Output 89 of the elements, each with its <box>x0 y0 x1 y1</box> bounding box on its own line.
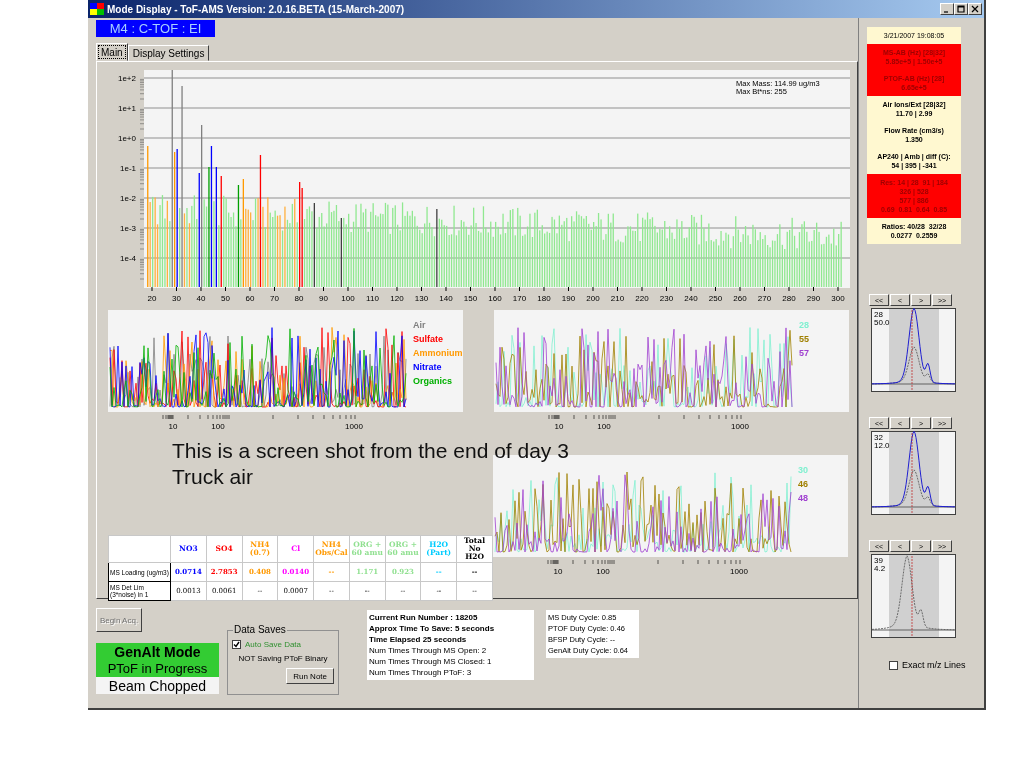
status-label: PToF in Progress <box>96 660 219 677</box>
axis-label: 150 <box>463 294 478 303</box>
axis-label: 210 <box>610 294 625 303</box>
axis-label: 50 <box>221 294 230 303</box>
axis-label: 80 <box>294 294 304 303</box>
axis-label: 140 <box>439 294 453 303</box>
legend-label: 57 <box>799 348 809 358</box>
binary-status: NOT Saving PToF Binary <box>237 654 329 663</box>
axis-label: 1e-1 <box>120 164 136 173</box>
window-title: Mode Display - ToF-AMS Version: 2.0.16.BETA (15-March-2007) <box>107 3 406 15</box>
axis-label: 10 <box>554 422 564 431</box>
value-label: 12.0 <box>874 441 890 450</box>
maximize-button[interactable] <box>954 3 968 15</box>
checkbox[interactable] <box>232 640 241 649</box>
close-icon <box>970 5 980 13</box>
run-info-text: Approx Time To Save: 5 seconds <box>369 623 496 634</box>
legend-label: 48 <box>798 493 808 503</box>
value-label: 4.2 <box>874 564 886 573</box>
run-info-text: Num Times Through PToF: 3 <box>369 667 473 678</box>
checkbox[interactable] <box>889 660 898 670</box>
status-label: GenAlt Mode <box>96 643 219 660</box>
axis-label: 270 <box>757 294 772 303</box>
group-title: Data Saves <box>233 624 287 635</box>
axis-label: 1e-3 <box>120 224 136 233</box>
axis-label: 250 <box>708 294 723 303</box>
axis-label: 1e+0 <box>117 134 136 143</box>
axis-label: 10 <box>553 567 563 576</box>
axis-label: 20 <box>147 294 157 303</box>
axis-label: 1000 <box>730 567 748 576</box>
legend-label: 55 <box>799 334 809 344</box>
axis-label: 290 <box>806 294 821 303</box>
axis-label: 180 <box>537 294 551 303</box>
mass-label: 28 <box>874 310 883 319</box>
axis-label: 230 <box>659 294 674 303</box>
mass-label: 32 <box>874 433 883 442</box>
axis-label: 100 <box>341 294 355 303</box>
axis-label: 100 <box>596 567 610 576</box>
legend-label: Ammonium <box>413 348 463 358</box>
checkbox-label: Exact m/z Lines <box>902 660 966 670</box>
run-info-text: Num Times Through MS Open: 2 <box>369 645 488 656</box>
axis-label: 160 <box>488 294 502 303</box>
axis-label: 120 <box>390 294 404 303</box>
axis-label: 40 <box>196 294 206 303</box>
legend-label: 30 <box>798 465 808 475</box>
mode-label: M4 : C-TOF : EI <box>96 20 215 37</box>
axis-label: 1000 <box>731 422 749 431</box>
axis-label: 10 <box>168 422 178 431</box>
axis-label: 1e+1 <box>117 104 136 113</box>
legend-label: Nitrate <box>413 362 442 372</box>
run-info-text: Current Run Number : 18205 <box>369 612 479 623</box>
tab[interactable]: Display Settings <box>127 45 210 61</box>
tab[interactable]: Main <box>96 43 128 61</box>
legend-label: 28 <box>799 320 809 330</box>
annotation-text: This is a screen shot from the end of day 3 Truck air <box>172 438 569 490</box>
axis-label: 260 <box>733 294 747 303</box>
axis-label: 1e-4 <box>120 254 136 263</box>
axis-label: 70 <box>270 294 279 303</box>
axis-label: 190 <box>561 294 576 303</box>
axis-label: 60 <box>245 294 255 303</box>
status-label: Beam Chopped <box>96 677 219 694</box>
mass-label: 39 <box>874 556 883 565</box>
axis-label: 280 <box>782 294 796 303</box>
axis-label: 220 <box>635 294 649 303</box>
run-info-text: Num Times Through MS Closed: 1 <box>369 656 493 667</box>
checkbox-label: Auto Save Data <box>245 640 302 649</box>
app-icon <box>90 3 104 15</box>
axis-label: 110 <box>366 294 379 303</box>
axis-label: 170 <box>512 294 527 303</box>
axis-label: 1000 <box>345 422 363 431</box>
legend-label: Sulfate <box>413 334 443 344</box>
value-label: 50.0 <box>874 318 890 327</box>
axis-label: 1e-2 <box>120 194 136 203</box>
legend-label: Organics <box>413 376 452 386</box>
close-button[interactable] <box>968 3 982 15</box>
axis-label: 240 <box>684 294 698 303</box>
legend-label: Air <box>413 320 426 330</box>
axis-label: 300 <box>831 294 845 303</box>
axis-label: 130 <box>414 294 429 303</box>
maximize-icon <box>956 5 966 13</box>
axis-label: 100 <box>597 422 611 431</box>
axis-label: 1e+2 <box>117 74 136 83</box>
run-note-button[interactable]: Run Note <box>286 668 334 684</box>
axis-label: 90 <box>319 294 328 303</box>
run-info-text: Time Elapsed 25 seconds <box>369 634 468 645</box>
axis-label: 30 <box>172 294 181 303</box>
minimize-button[interactable] <box>940 3 954 15</box>
axis-label: 200 <box>586 294 600 303</box>
axis-label: 100 <box>211 422 225 431</box>
legend-label: 46 <box>798 479 808 489</box>
